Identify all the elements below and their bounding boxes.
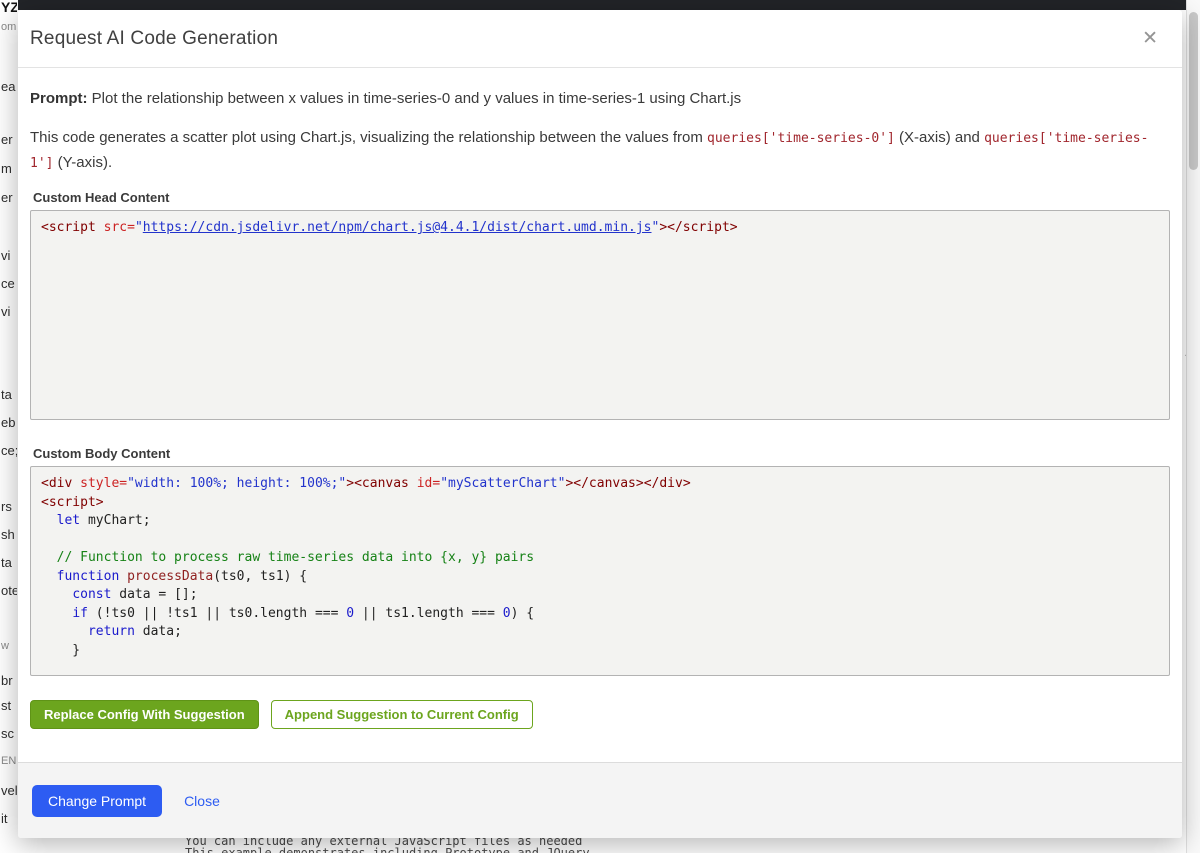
page-scrollbar[interactable] xyxy=(1186,0,1200,853)
background-text-fragment: er xyxy=(1,133,13,147)
background-text-fragment: vi xyxy=(1,305,10,319)
background-text-fragment: ta xyxy=(1,556,12,570)
background-text-fragment: vi xyxy=(1,249,10,263)
background-text-fragment: eb xyxy=(1,416,15,430)
background-text-fragment: ote xyxy=(1,584,17,598)
background-text-fragment: br xyxy=(1,674,13,688)
background-text-fragment: EN xyxy=(1,754,16,768)
code-line: <script src="https://cdn.jsdelivr.net/np… xyxy=(41,219,1159,238)
scrollbar-thumb[interactable] xyxy=(1189,12,1198,170)
code-line xyxy=(41,531,1159,550)
modal-title: Request AI Code Generation xyxy=(30,28,278,50)
background-text-fragment: sc xyxy=(1,727,14,741)
custom-body-content-editor[interactable]: <div style="width: 100%; height: 100%;">… xyxy=(30,466,1170,676)
inline-code-time-series-0: queries['time-series-0'] xyxy=(707,131,895,146)
code-line: function processData(ts0, ts1) { xyxy=(41,568,1159,587)
code-line: let myChart; xyxy=(41,512,1159,531)
background-text-fragment: ta xyxy=(1,388,12,402)
custom-body-content-label: Custom Body Content xyxy=(33,446,1170,462)
ai-code-generation-modal: Request AI Code Generation ✕ Prompt: Plo… xyxy=(18,10,1182,838)
background-text-fragment: This example demonstrates including Prot… xyxy=(185,846,590,853)
description-part-1: This code generates a scatter plot using… xyxy=(30,129,707,146)
change-prompt-button[interactable]: Change Prompt xyxy=(32,785,162,817)
description-part-3: (Y-axis). xyxy=(53,154,112,171)
custom-head-content-editor[interactable]: <script src="https://cdn.jsdelivr.net/np… xyxy=(30,210,1170,420)
background-text-fragment: m xyxy=(1,162,12,176)
background-text-fragment: sh xyxy=(1,528,15,542)
background-top-bar xyxy=(18,0,1186,10)
modal-body: Prompt: Plot the relationship between x … xyxy=(18,68,1182,762)
prompt-text: Plot the relationship between x values i… xyxy=(92,90,741,107)
background-text-fragment: YZ xyxy=(1,0,17,14)
code-line: // Function to process raw time-series d… xyxy=(41,549,1159,568)
code-line: const data = []; xyxy=(41,586,1159,605)
prompt-label: Prompt: xyxy=(30,90,88,107)
background-text-fragment: ce; xyxy=(1,444,17,458)
close-link[interactable]: Close xyxy=(184,793,220,809)
replace-config-button[interactable]: Replace Config With Suggestion xyxy=(30,700,259,729)
code-line: <div style="width: 100%; height: 100%;">… xyxy=(41,475,1159,494)
suggestion-buttons-row: Replace Config With Suggestion Append Su… xyxy=(30,700,1170,729)
description: This code generates a scatter plot using… xyxy=(30,126,1170,176)
modal-footer: Change Prompt Close xyxy=(18,762,1182,838)
background-text-fragment: vel xyxy=(1,784,17,798)
code-line: } xyxy=(41,642,1159,661)
custom-head-content-label: Custom Head Content xyxy=(33,190,1170,206)
close-icon[interactable]: ✕ xyxy=(1136,25,1164,52)
background-text-fragment: st xyxy=(1,699,11,713)
description-part-2: (X-axis) and xyxy=(895,129,984,146)
background-text-fragment: ce xyxy=(1,277,15,291)
background-text-fragment: ea xyxy=(1,80,15,94)
background-left-strip: YZ om ea er m er vi ce vi ta eb ce; rs sh ta ote w br st sc… xyxy=(0,0,17,853)
append-suggestion-button[interactable]: Append Suggestion to Current Config xyxy=(271,700,533,729)
background-text-fragment: er xyxy=(1,191,13,205)
background-text-fragment: it xyxy=(1,812,8,826)
background-text-fragment: rs xyxy=(1,500,12,514)
background-text-fragment: om xyxy=(1,20,16,34)
code-line: if (!ts0 || !ts1 || ts0.length === 0 || … xyxy=(41,605,1159,624)
modal-header: Request AI Code Generation ✕ xyxy=(18,10,1182,68)
prompt-line: Prompt: Plot the relationship between x … xyxy=(30,88,1170,110)
background-text-fragment: w xyxy=(1,639,9,653)
code-line: <script> xyxy=(41,494,1159,513)
code-line: return data; xyxy=(41,623,1159,642)
